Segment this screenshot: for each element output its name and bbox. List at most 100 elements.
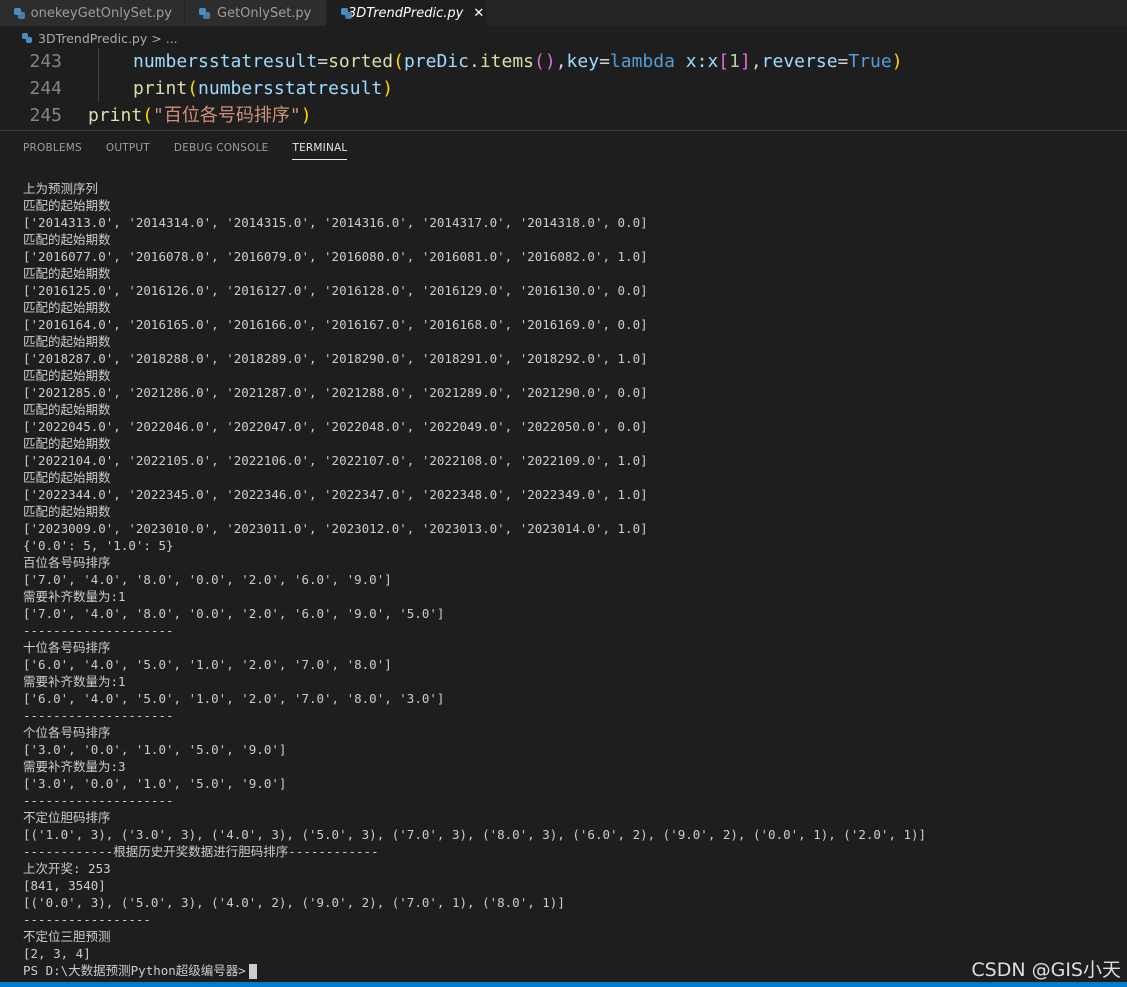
terminal-line: 匹配的起始期数	[23, 470, 111, 485]
indent-guide	[98, 75, 99, 102]
line-number: 244	[29, 78, 62, 99]
code-token: reverse	[761, 51, 838, 72]
tab-label: 3DTrendPredic.py	[348, 5, 464, 21]
terminal-line: ['2022045.0', '2022046.0', '2022047.0', …	[23, 419, 648, 434]
terminal-line: 上为预测序列	[23, 181, 99, 196]
code-token: ,	[750, 51, 762, 72]
terminal-line: 匹配的起始期数	[23, 300, 111, 315]
tab-debug-console[interactable]: DEBUG CONSOLE	[174, 139, 269, 159]
terminal-line: {'0.0': 5, '1.0': 5}	[23, 538, 174, 553]
code-token: numbersstatresult	[198, 78, 383, 99]
tab-onekeygetonlyset[interactable]: onekeyGetOnlySet.py	[0, 0, 185, 26]
code-token: lambda	[609, 51, 675, 72]
terminal-line: 匹配的起始期数	[23, 368, 111, 383]
code-token: (	[142, 105, 154, 126]
terminal-line: -----------------	[23, 912, 151, 927]
terminal-line: ['2016125.0', '2016126.0', '2016127.0', …	[23, 283, 648, 298]
code-token: [	[718, 51, 730, 72]
python-file-icon	[14, 7, 25, 19]
terminal-cursor	[248, 964, 257, 979]
terminal-line: ['2016164.0', '2016165.0', '2016166.0', …	[23, 317, 648, 332]
code-token: 1	[729, 51, 740, 72]
tab-label: onekeyGetOnlySet.py	[30, 5, 172, 21]
code-token: True	[848, 51, 892, 72]
python-file-icon	[199, 7, 210, 19]
breadcrumb-symbol[interactable]: ...	[166, 31, 178, 46]
code-token: items	[479, 51, 535, 72]
terminal-line: 上次开奖: 253	[23, 861, 111, 876]
code-line: 244 print(numbersstatresult)	[0, 75, 1127, 102]
terminal-line: 不定位胆码排序	[23, 810, 111, 825]
code-editor[interactable]: 243 numbersstatresult = sorted(preDic. item…	[0, 48, 1127, 130]
terminal-line: 不定位三胆预测	[23, 929, 111, 944]
terminal-line: ['6.0', '4.0', '5.0', '1.0', '2.0', '7.0…	[23, 657, 392, 672]
tab-label: GetOnlySet.py	[217, 5, 312, 21]
breadcrumb-file[interactable]: 3DTrendPredic.py	[38, 31, 147, 46]
terminal-line: ['2023009.0', '2023010.0', '2023011.0', …	[23, 521, 648, 536]
code-token: (	[187, 78, 199, 99]
terminal-line: ['3.0', '0.0', '1.0', '5.0', '9.0']	[23, 776, 287, 791]
editor-tab-bar: onekeyGetOnlySet.py GetOnlySet.py 3DTren…	[0, 0, 1127, 26]
terminal-line: [2, 3, 4]	[23, 946, 91, 961]
indent-guide	[98, 48, 99, 75]
python-file-icon	[22, 33, 32, 43]
terminal-line: [('0.0', 3), ('5.0', 3), ('4.0', 2), ('9…	[23, 895, 565, 910]
terminal-line: ['2016077.0', '2016078.0', '2016079.0', …	[23, 249, 648, 264]
code-token: ()	[534, 51, 556, 72]
terminal-line: ['2022104.0', '2022105.0', '2022106.0', …	[23, 453, 648, 468]
code-token: )	[300, 105, 312, 126]
panel-tab-bar: PROBLEMS OUTPUT DEBUG CONSOLE TERMINAL	[0, 131, 1127, 167]
code-token: numbersstatresult	[133, 51, 318, 72]
breadcrumb-separator: >	[151, 30, 162, 46]
terminal-line: --------------------	[23, 793, 174, 808]
tab-terminal[interactable]: TERMINAL	[292, 139, 348, 160]
breadcrumb: 3DTrendPredic.py > ...	[0, 27, 1127, 49]
tab-problems[interactable]: PROBLEMS	[23, 139, 82, 159]
terminal-line: 匹配的起始期数	[23, 504, 111, 519]
line-number: 243	[29, 51, 62, 72]
code-token: key	[566, 51, 600, 72]
terminal-line: 需要补齐数量为:1	[23, 674, 126, 689]
terminal-line: --------------------	[23, 708, 174, 723]
terminal-line: 匹配的起始期数	[23, 436, 111, 451]
terminal-line: 匹配的起始期数	[23, 232, 111, 247]
terminal-line: ['7.0', '4.0', '8.0', '0.0', '2.0', '6.0…	[23, 572, 392, 587]
code-token: .	[468, 51, 480, 72]
terminal-line: ['2018287.0', '2018288.0', '2018289.0', …	[23, 351, 648, 366]
tab-3dtrendpredic[interactable]: 3DTrendPredic.py ✕	[327, 0, 487, 26]
terminal-line: [('1.0', 3), ('3.0', 3), ('4.0', 3), ('5…	[23, 827, 927, 842]
code-token: )	[382, 78, 394, 99]
code-token: ]	[739, 51, 751, 72]
terminal-line: ['2022344.0', '2022345.0', '2022346.0', …	[23, 487, 648, 502]
code-token: preDic	[403, 51, 469, 72]
terminal-output[interactable]: 上为预测序列 匹配的起始期数 ['2014313.0', '2014314.0', …	[23, 180, 1123, 979]
terminal-line: 匹配的起始期数	[23, 334, 111, 349]
tab-getonlyset[interactable]: GetOnlySet.py	[185, 0, 327, 26]
terminal-line: ['3.0', '0.0', '1.0', '5.0', '9.0']	[23, 742, 287, 757]
terminal-line: 百位各号码排序	[23, 555, 111, 570]
terminal-prompt[interactable]: PS D:\大数据预测Python超级编号器>	[23, 962, 1123, 979]
code-token: ,	[555, 51, 567, 72]
terminal-line: 十位各号码排序	[23, 640, 111, 655]
code-token: print	[133, 78, 188, 99]
code-token: print	[88, 105, 143, 126]
terminal-line: 匹配的起始期数	[23, 198, 111, 213]
close-icon[interactable]: ✕	[473, 6, 484, 21]
terminal-line: ['2021285.0', '2021286.0', '2021287.0', …	[23, 385, 648, 400]
code-line: 245 print("百位各号码排序")	[0, 102, 1127, 129]
tab-output[interactable]: OUTPUT	[106, 139, 150, 159]
code-token: =	[317, 51, 329, 72]
terminal-line: 需要补齐数量为:3	[23, 759, 126, 774]
terminal-line: 匹配的起始期数	[23, 266, 111, 281]
code-token: "百位各号码排序"	[153, 105, 301, 126]
code-token: x:x	[674, 51, 719, 72]
code-token: (	[393, 51, 404, 72]
code-token: )	[891, 51, 903, 72]
terminal-line: 匹配的起始期数	[23, 402, 111, 417]
line-number: 245	[29, 105, 62, 126]
status-bar	[0, 982, 1127, 987]
terminal-line: ['2014313.0', '2014314.0', '2014315.0', …	[23, 215, 648, 230]
terminal-line: ['7.0', '4.0', '8.0', '0.0', '2.0', '6.0…	[23, 606, 445, 621]
watermark: CSDN @GIS小天	[971, 959, 1121, 981]
terminal-line: --------------------	[23, 623, 174, 638]
